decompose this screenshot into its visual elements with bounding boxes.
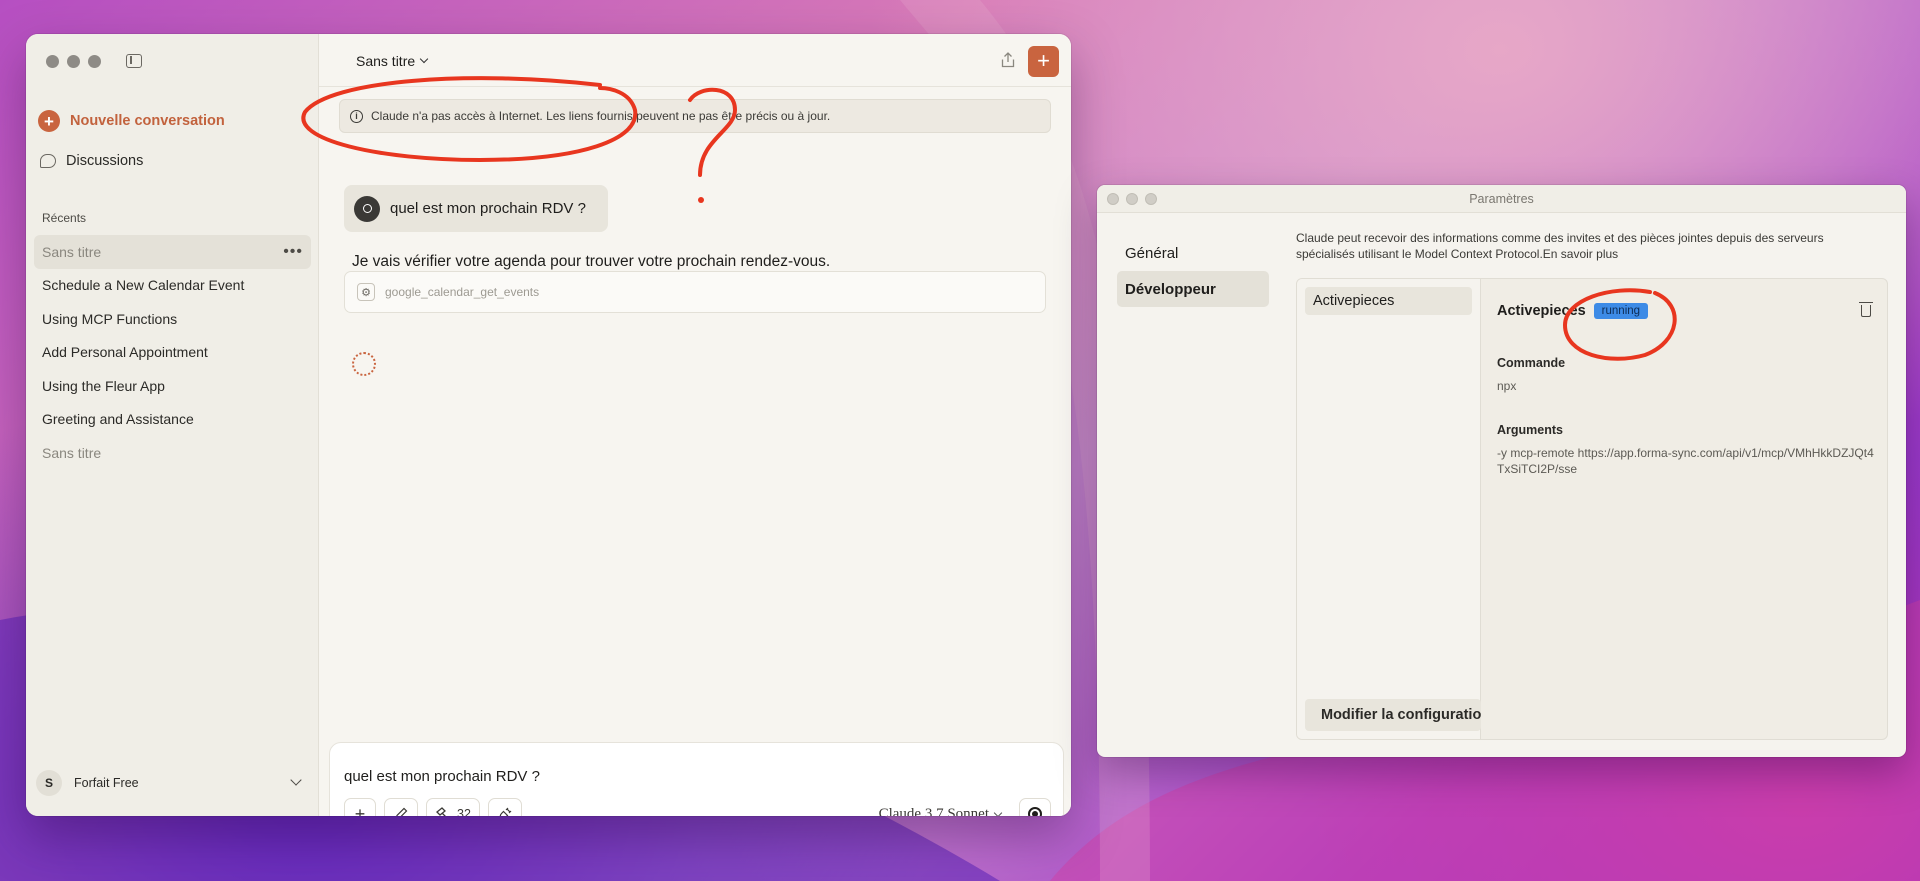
status-badge: running [1593,303,1649,319]
recent-item-label: Sans titre [42,243,102,260]
plan-menu[interactable]: S Forfait Free [36,770,306,796]
mcp-server-detail: Activepieces running Commande npx Argume… [1497,279,1887,739]
recent-item[interactable]: Greeting and Assistance [34,403,311,437]
hammer-icon [436,807,446,816]
info-icon: i [350,109,363,123]
mcp-server-item[interactable]: Activepieces [1305,287,1472,315]
arguments-label: Arguments [1497,423,1563,437]
recent-item[interactable]: Schedule a New Calendar Event [34,269,311,303]
recent-item[interactable]: Using MCP Functions [34,302,311,336]
composer-input[interactable]: quel est mon prochain RDV ? [344,768,540,785]
notice-text: Claude n'a pas accès à Internet. Les lie… [371,109,831,123]
voice-button[interactable] [1019,798,1051,816]
user-message: quel est mon prochain RDV ? [344,185,608,232]
chat-header: Sans titre + [319,34,1071,87]
window-controls [1107,193,1157,205]
plug-icon: ⚙ [357,283,375,301]
plan-label: Forfait Free [74,776,139,790]
integrations-button[interactable] [487,798,522,816]
tool-call-card[interactable]: ⚙ google_calendar_get_events [344,271,1046,313]
recent-item-label: Add Personal Appointment [42,344,208,361]
draw-button[interactable] [384,798,418,816]
minimize-window-button[interactable] [1126,193,1138,205]
recent-item-label: Using MCP Functions [42,310,178,327]
recent-item-label: Schedule a New Calendar Event [42,277,245,294]
arguments-value: -y mcp-remote https://app.forma-sync.com… [1497,446,1874,476]
mcp-server-list: Activepieces Modifier la configuration [1297,279,1481,739]
discussions-link[interactable]: Discussions [40,153,143,169]
sidebar-toggle-icon[interactable] [126,54,142,68]
model-selector[interactable]: Claude 3.7 Sonnet [878,806,1003,816]
recent-conversations-list: Sans titre ••• Schedule a New Calendar E… [34,235,311,470]
share-icon[interactable] [1001,52,1015,68]
settings-window-title: Paramètres [1469,192,1534,206]
user-avatar-icon [354,195,380,222]
recent-item-label: Using the Fleur App [42,377,165,394]
attach-button[interactable]: + [344,798,376,816]
settings-tab-general[interactable]: Général [1117,235,1269,271]
avatar: S [36,770,62,796]
record-icon [1028,807,1042,816]
command-value: npx [1497,379,1517,393]
pen-icon [396,807,408,816]
tools-button[interactable]: 32 [426,798,480,816]
settings-window: Paramètres Général Développeur Claude pe… [1097,185,1906,757]
sidebar: + Nouvelle conversation Discussions Réce… [26,34,319,816]
tool-call-name: google_calendar_get_events [385,285,540,299]
plug-icon [499,807,512,816]
server-name: Activepieces [1497,303,1586,319]
edit-config-button[interactable]: Modifier la configuration [1305,699,1481,731]
claude-main-window: + Nouvelle conversation Discussions Réce… [26,34,1071,816]
zoom-window-button[interactable] [88,55,101,68]
recent-item[interactable]: Sans titre [34,436,311,470]
composer-toolbar: + 32 [344,798,522,816]
trash-icon[interactable] [1859,302,1873,317]
message-composer[interactable]: quel est mon prochain RDV ? + 32 Claude … [329,742,1064,816]
window-controls [46,55,101,68]
conversation-title: Sans titre [356,53,416,69]
conversation-title-menu[interactable]: Sans titre [356,53,429,69]
chevron-down-icon [993,808,1003,816]
new-conversation-label: Nouvelle conversation [70,113,225,129]
command-label: Commande [1497,356,1566,370]
chevron-down-icon [419,54,429,64]
more-options-icon[interactable]: ••• [283,243,303,261]
recent-item-label: Greeting and Assistance [42,411,194,428]
recent-item[interactable]: Using the Fleur App [34,369,311,403]
close-window-button[interactable] [1107,193,1119,205]
new-chat-button[interactable]: + [1028,46,1059,77]
chat-bubble-icon [40,154,56,168]
user-message-text: quel est mon prochain RDV ? [390,200,586,217]
chat-area: Sans titre + i Claude n'a pas accès à In… [319,34,1071,816]
plus-icon: + [38,110,60,132]
plus-icon: + [354,803,366,817]
internet-notice-banner: i Claude n'a pas accès à Internet. Les l… [339,99,1051,133]
close-window-button[interactable] [46,55,59,68]
recent-item[interactable]: Add Personal Appointment [34,336,311,370]
discussions-label: Discussions [66,153,144,169]
assistant-message: Je vais vérifier votre agenda pour trouv… [352,253,831,270]
settings-tab-developer[interactable]: Développeur [1117,271,1269,307]
zoom-window-button[interactable] [1145,193,1157,205]
new-conversation-button[interactable]: + Nouvelle conversation [38,110,225,132]
chevron-down-icon [290,774,302,786]
mcp-description: Claude peut recevoir des informations co… [1296,231,1824,262]
server-name-row: Activepieces running [1497,303,1649,319]
loading-spinner-icon [352,352,376,376]
mcp-servers-panel: Activepieces Modifier la configuration A… [1296,278,1888,740]
minimize-window-button[interactable] [67,55,80,68]
recent-item-label: Sans titre [42,444,102,461]
settings-nav: Général Développeur [1117,235,1269,307]
model-name: Claude 3.7 Sonnet [878,806,989,816]
recent-item[interactable]: Sans titre ••• [34,235,311,269]
settings-titlebar: Paramètres [1097,185,1906,213]
recents-heading: Récents [42,211,87,225]
tools-count: 32 [457,807,471,816]
